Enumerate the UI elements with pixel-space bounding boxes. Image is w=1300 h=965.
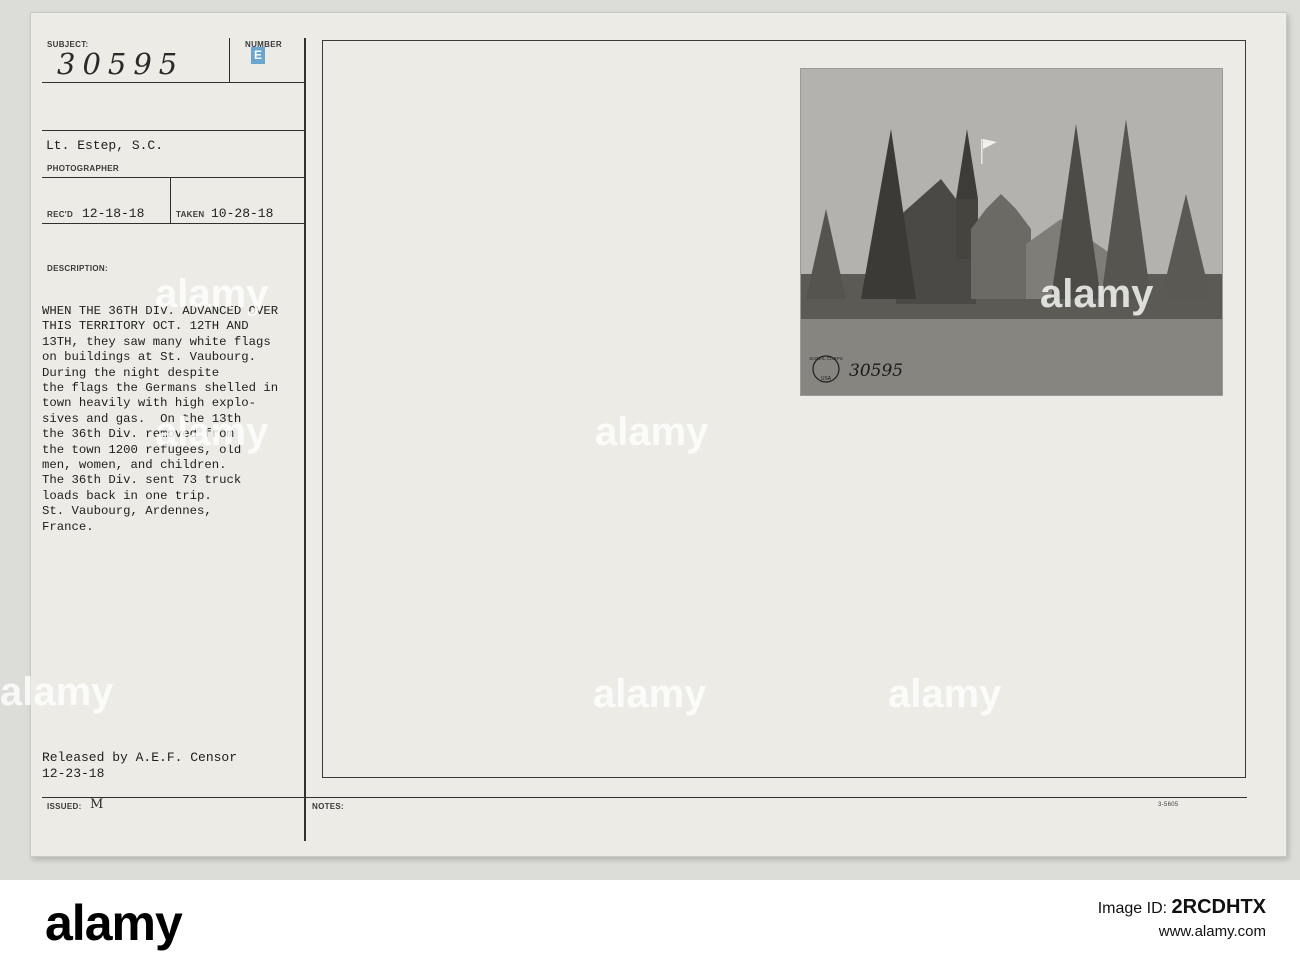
watermark: alamy xyxy=(155,272,269,316)
released-date: 12-23-18 xyxy=(42,766,105,781)
image-id: 2RCDHTX xyxy=(1171,896,1266,918)
description-line: St. Vaubourg, Ardennes, xyxy=(42,504,212,519)
description-line: THIS TERRITORY OCT. 12TH AND xyxy=(42,319,249,334)
description-line: loads back in one trip. xyxy=(42,488,212,503)
divider-subject-number xyxy=(229,38,231,83)
recd-label: REC'D xyxy=(47,210,74,219)
recd-date: 12-18-18 xyxy=(82,206,145,221)
description-label: DESCRIPTION: xyxy=(47,264,108,273)
description-line: men, women, and children. xyxy=(42,458,227,473)
divider-under-dates xyxy=(42,223,305,225)
taken-date: 10-28-18 xyxy=(211,206,274,221)
photo-handwritten-number: 30595 xyxy=(849,361,903,381)
white-flag-pole xyxy=(981,139,983,164)
footer-bar: alamy Image ID: 2RCDHTX www.alamy.com xyxy=(0,880,1300,965)
description-line: 13TH, they saw many white flags xyxy=(42,334,271,349)
divider-above-photographer xyxy=(42,130,305,132)
photographer-label: PHOTOGRAPHER xyxy=(47,164,119,173)
watermark: alamy xyxy=(595,410,709,454)
watermark: alamy xyxy=(155,410,269,454)
issued-value: M xyxy=(90,797,104,812)
site-url[interactable]: www.alamy.com xyxy=(1098,923,1266,940)
notes-label: NOTES: xyxy=(312,802,345,811)
watermark: alamy xyxy=(1040,272,1154,316)
watermark: alamy xyxy=(593,672,707,716)
watermark: alamy xyxy=(0,670,114,714)
issued-label: ISSUED: xyxy=(47,802,82,811)
description-line: France. xyxy=(42,519,94,534)
watermark: alamy xyxy=(888,672,1002,716)
image-id-label: Image ID: xyxy=(1097,900,1168,917)
divider-bottom xyxy=(42,797,1247,799)
form-number: 3-5605 xyxy=(1158,802,1179,808)
photographer-name: Lt. Estep, S.C. xyxy=(46,138,164,153)
church-photograph: SIGNAL CORPS USA 30595 xyxy=(800,68,1223,396)
stamp-bottom-text: USA xyxy=(821,376,832,382)
divider-under-subject xyxy=(42,82,305,84)
released-line: Released by A.E.F. Censor xyxy=(42,750,238,765)
description-line: During the night despite xyxy=(42,365,220,380)
description-line: The 36th Div. sent 73 truck xyxy=(42,473,242,488)
divider-recd-taken xyxy=(170,177,172,224)
description-line: on buildings at St. Vaubourg. xyxy=(42,350,257,365)
footer-logo[interactable]: alamy xyxy=(45,894,183,952)
description-line: the flags the Germans shelled in xyxy=(42,381,279,396)
subject-number: 30595 xyxy=(57,47,185,81)
stamp-top-text: SIGNAL CORPS xyxy=(809,356,843,361)
lawn xyxy=(801,309,1222,395)
taken-label: TAKEN xyxy=(176,210,205,219)
divider-under-photographer xyxy=(42,177,305,179)
divider-vertical-main xyxy=(304,38,306,841)
photo-scene: SIGNAL CORPS USA 30595 xyxy=(801,69,1222,395)
image-id-row: Image ID: 2RCDHTX xyxy=(1098,896,1266,919)
number-stamp: E xyxy=(251,47,265,64)
